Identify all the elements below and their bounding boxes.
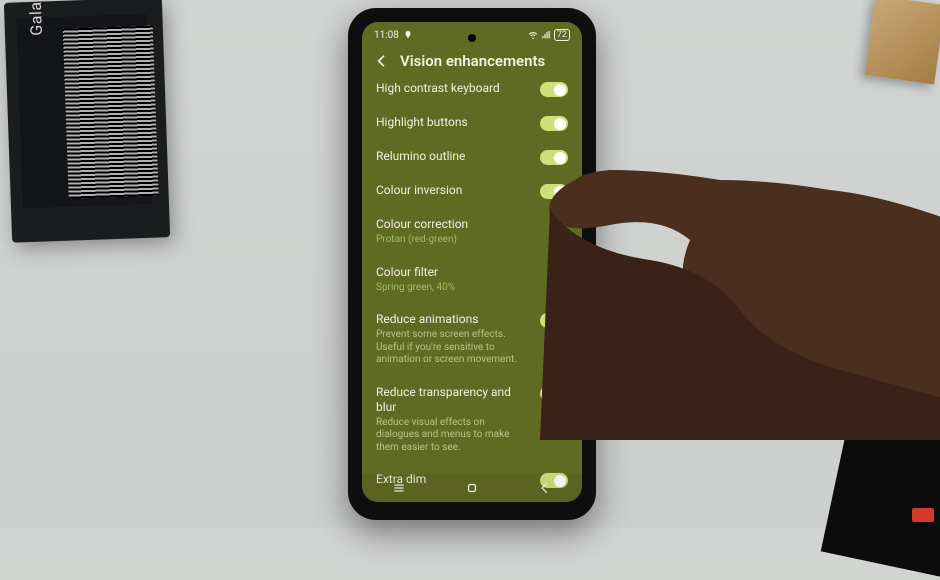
status-bar-right: 72	[528, 29, 570, 41]
row-label: Colour correction	[376, 217, 568, 232]
product-box-brand: Galaxy S25 Ultra	[23, 0, 46, 36]
row-label: Relumino outline	[376, 149, 530, 164]
row-colour-filter[interactable]: Colour filter Spring green, 40%	[376, 256, 568, 304]
row-sublabel: Spring green, 40%	[376, 282, 568, 295]
back-icon[interactable]	[374, 53, 390, 69]
toggle-highlight-buttons[interactable]	[540, 116, 568, 131]
phone-screen: 11:08 72 Vision enhancements	[362, 22, 582, 502]
row-colour-inversion[interactable]: Colour inversion	[376, 174, 568, 208]
nav-home-icon[interactable]	[465, 481, 479, 495]
location-icon	[403, 30, 413, 40]
row-label: Colour filter	[376, 265, 568, 280]
video-watermark	[912, 508, 934, 522]
status-bar-left: 11:08	[374, 30, 413, 41]
row-sublabel: Reduce visual effects on dialogues and m…	[376, 417, 530, 455]
row-sublabel: Prevent some screen effects. Useful if y…	[376, 329, 530, 367]
row-label: Highlight buttons	[376, 115, 530, 130]
row-colour-correction[interactable]: Colour correction Protan (red-green)	[376, 208, 568, 256]
row-high-contrast-keyboard[interactable]: High contrast keyboard	[376, 82, 568, 106]
settings-list: High contrast keyboard Highlight buttons…	[362, 82, 582, 502]
battery-indicator: 72	[554, 29, 570, 41]
dark-object-prop	[821, 356, 940, 580]
toggle-reduce-animations[interactable]	[540, 313, 568, 328]
row-reduce-transparency[interactable]: Reduce transparency and blur Reduce visu…	[376, 376, 568, 464]
toggle-reduce-transparency[interactable]	[540, 386, 568, 401]
toggle-high-contrast-keyboard[interactable]	[540, 82, 568, 97]
status-time: 11:08	[374, 30, 399, 41]
phone-frame: 11:08 72 Vision enhancements	[348, 8, 596, 520]
row-relumino-outline[interactable]: Relumino outline	[376, 140, 568, 174]
toggle-colour-inversion[interactable]	[540, 184, 568, 199]
barcode	[63, 26, 159, 199]
nav-back-icon[interactable]	[538, 481, 552, 495]
row-label: Colour inversion	[376, 183, 530, 198]
android-nav-bar	[362, 474, 582, 502]
row-label: Reduce transparency and blur	[376, 385, 530, 415]
product-box: Galaxy S25 Ultra	[4, 0, 170, 243]
signal-icon	[541, 30, 551, 40]
nav-recents-icon[interactable]	[392, 481, 406, 495]
row-label: Reduce animations	[376, 312, 530, 327]
page-header: Vision enhancements	[362, 42, 582, 82]
toggle-relumino-outline[interactable]	[540, 150, 568, 165]
camera-cutout	[468, 34, 476, 42]
page-title: Vision enhancements	[400, 52, 545, 70]
row-reduce-animations[interactable]: Reduce animations Prevent some screen ef…	[376, 303, 568, 376]
wood-block-prop	[865, 0, 940, 84]
wifi-icon	[528, 30, 538, 40]
row-label: High contrast keyboard	[376, 82, 530, 96]
row-highlight-buttons[interactable]: Highlight buttons	[376, 106, 568, 140]
row-sublabel: Protan (red-green)	[376, 234, 568, 247]
